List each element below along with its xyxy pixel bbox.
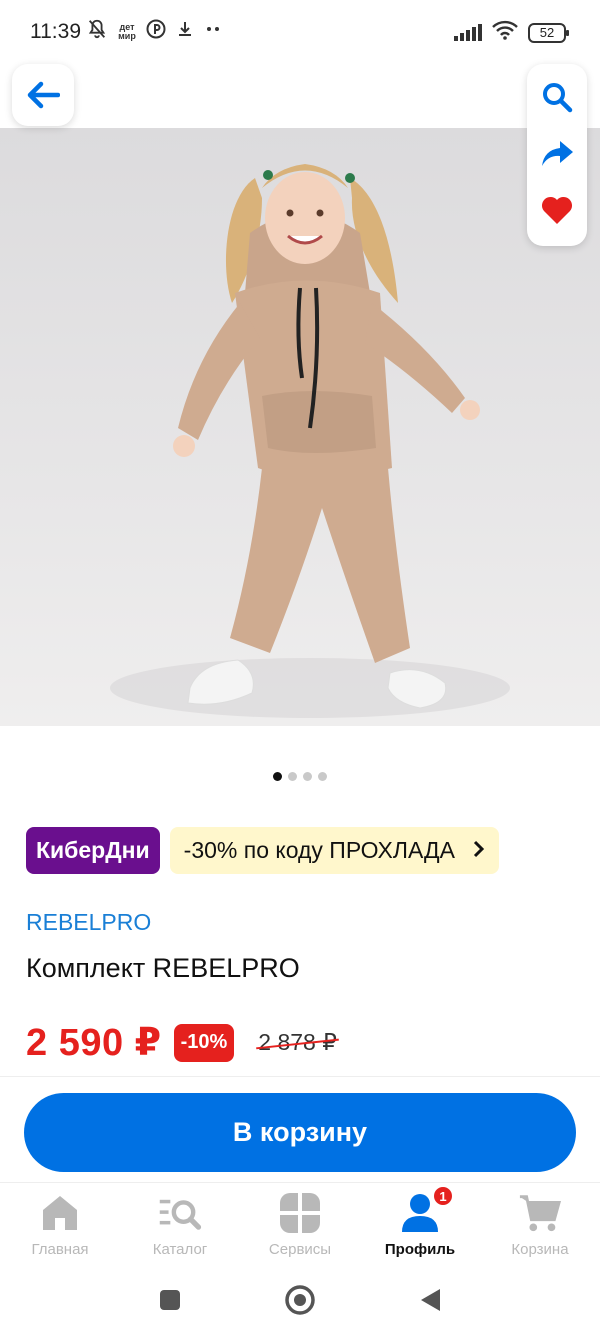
- signal-icon: [454, 23, 482, 41]
- nav-item-home[interactable]: Главная: [0, 1183, 120, 1270]
- promo-code-banner[interactable]: -30% по коду ПРОХЛАДА: [169, 827, 499, 874]
- status-system-icons: 52: [454, 20, 569, 45]
- share-icon: [542, 140, 573, 166]
- home-icon: [38, 1191, 82, 1235]
- system-navigation-bar: [0, 1270, 600, 1332]
- favorite-button[interactable]: [540, 195, 574, 230]
- product-photo-illustration: [110, 164, 510, 718]
- image-carousel-dots: [0, 772, 600, 781]
- nav-item-services[interactable]: Сервисы: [240, 1183, 360, 1270]
- nav-item-catalog[interactable]: Каталог: [120, 1183, 240, 1270]
- nav-label-services: Сервисы: [268, 1241, 332, 1258]
- nav-label-home: Главная: [31, 1241, 89, 1258]
- search-button[interactable]: [541, 81, 573, 118]
- add-to-cart-button[interactable]: В корзину: [24, 1093, 576, 1172]
- muted-bell-icon: [86, 18, 108, 45]
- carousel-dot-1[interactable]: [273, 772, 282, 781]
- carousel-dot-4[interactable]: [318, 772, 327, 781]
- download-icon: [176, 20, 194, 43]
- back-arrow-icon: [27, 81, 60, 109]
- promo-row: КиберДни -30% по коду ПРОХЛАДА: [26, 827, 499, 874]
- current-price: 2 590 ₽: [26, 1022, 162, 1064]
- more-dots-icon: [204, 20, 222, 43]
- promo-code-text: -30% по коду ПРОХЛАДА: [183, 837, 455, 863]
- wifi-icon: [492, 20, 518, 45]
- status-time: 11:39: [30, 20, 81, 43]
- profile-icon: 1: [398, 1185, 454, 1235]
- app-notification-icon: дет мир: [118, 21, 136, 41]
- bottom-navigation: Главная Каталог Сервисы 1 Профиль Корзин…: [0, 1182, 600, 1270]
- share-button[interactable]: [540, 139, 574, 174]
- triangle-back-icon: [421, 1289, 440, 1311]
- product-image[interactable]: [0, 128, 600, 726]
- brand-link[interactable]: REBELPRO: [26, 909, 151, 936]
- nav-label-profile: Профиль: [384, 1241, 456, 1258]
- product-actions-panel: [527, 64, 587, 246]
- catalog-icon: [158, 1191, 202, 1235]
- back-button[interactable]: [12, 64, 74, 126]
- chevron-right-icon: [473, 837, 485, 865]
- home-system-button[interactable]: [284, 1284, 316, 1316]
- nav-label-cart: Корзина: [511, 1241, 569, 1258]
- status-notification-icons: дет мир: [86, 18, 222, 45]
- back-system-button[interactable]: [414, 1284, 446, 1316]
- cyberdays-badge: КиберДни: [26, 827, 160, 874]
- nav-label-catalog: Каталог: [152, 1241, 208, 1258]
- heart-icon: [541, 196, 573, 224]
- price-row: 2 590 ₽ -10% 2 878 ₽: [26, 1020, 337, 1065]
- search-icon: [543, 82, 573, 112]
- nav-item-cart[interactable]: Корзина: [480, 1183, 600, 1270]
- cart-icon: [518, 1191, 562, 1235]
- circle-icon: [285, 1285, 315, 1315]
- product-title: Комплект REBELPRO: [26, 953, 300, 983]
- square-icon: [160, 1290, 180, 1310]
- discount-badge: -10%: [173, 1023, 235, 1062]
- battery-icon: 52: [528, 22, 569, 43]
- carousel-dot-2[interactable]: [288, 772, 297, 781]
- old-price: 2 878 ₽: [258, 1029, 337, 1055]
- recent-apps-button[interactable]: [154, 1284, 186, 1316]
- status-bar: 11:39 дет мир 52: [0, 0, 600, 64]
- carousel-dot-3[interactable]: [303, 772, 312, 781]
- services-icon: [278, 1191, 322, 1235]
- profile-notification-badge: 1: [432, 1185, 454, 1207]
- nav-item-profile[interactable]: 1 Профиль: [360, 1183, 480, 1270]
- pinterest-icon: [146, 19, 166, 44]
- divider: [0, 1076, 600, 1077]
